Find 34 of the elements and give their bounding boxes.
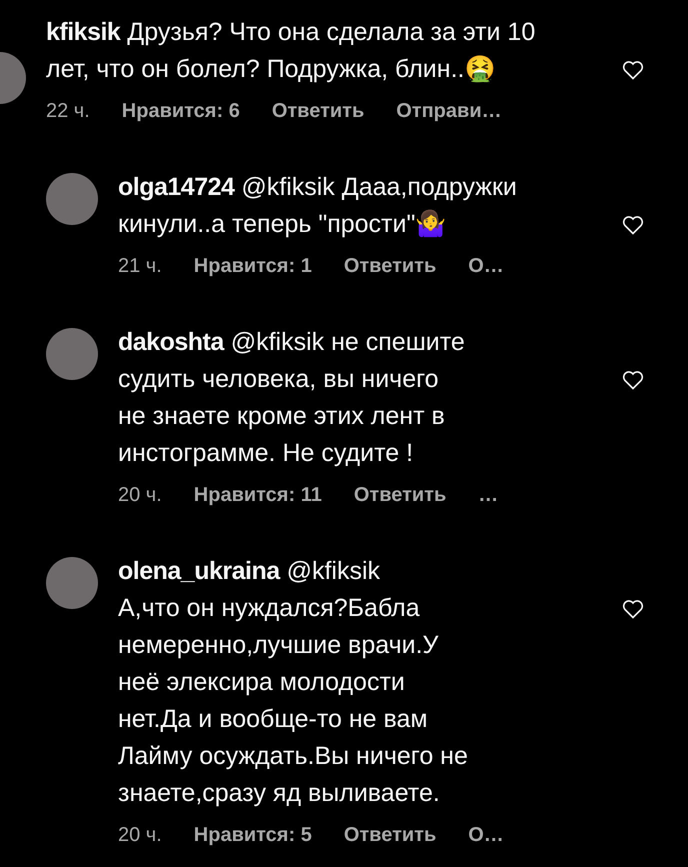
send-button[interactable]: О… bbox=[468, 824, 504, 847]
likes-count[interactable]: Нравится: 11 bbox=[194, 484, 322, 507]
send-button[interactable]: О… bbox=[468, 255, 504, 278]
like-heart-icon[interactable] bbox=[622, 599, 644, 619]
reply-button[interactable]: Ответить bbox=[344, 255, 436, 278]
send-button[interactable]: Отправи… bbox=[396, 100, 502, 123]
username-link[interactable]: kfiksik bbox=[46, 18, 120, 46]
mention-link[interactable]: @kfiksik bbox=[241, 173, 335, 201]
likes-count[interactable]: Нравится: 1 bbox=[194, 255, 312, 278]
comment-time: 21 ч. bbox=[118, 255, 162, 278]
comment-text: olga14724 @kfiksik Дааа,подружки кинули..а теперь "прости"🤷‍♀ bbox=[118, 172, 518, 240]
avatar-photo-placeholder[interactable] bbox=[46, 557, 98, 609]
comment-text: dakoshta @kfiksik не спешите судить человека, вы ничего не знаете кроме этих лент в инстограмме. Не судите ! bbox=[118, 327, 466, 469]
reply-button[interactable]: Ответить bbox=[354, 484, 446, 507]
comment-time: 20 ч. bbox=[118, 484, 162, 507]
mention-link[interactable]: @kfiksik bbox=[286, 557, 380, 585]
likes-count[interactable]: Нравится: 5 bbox=[194, 824, 312, 847]
like-heart-icon[interactable] bbox=[622, 370, 644, 390]
username-link[interactable]: olga14724 bbox=[118, 173, 234, 201]
mention-link[interactable]: @kfiksik bbox=[230, 328, 324, 356]
send-button[interactable]: … bbox=[478, 484, 498, 507]
username-link[interactable]: olena_ukraina bbox=[118, 557, 280, 585]
username-link[interactable]: dakoshta bbox=[118, 328, 224, 356]
reply-button[interactable]: Ответить bbox=[344, 824, 436, 847]
like-heart-icon[interactable] bbox=[622, 215, 644, 235]
likes-count[interactable]: Нравится: 6 bbox=[122, 100, 240, 123]
avatar-photo-placeholder[interactable] bbox=[46, 173, 98, 225]
comment-text: kfiksik Друзья? Что она сделала за эти 10 лет, что он болел? Подружка, блин..🤮 bbox=[46, 17, 536, 85]
avatar-photo-placeholder[interactable] bbox=[46, 328, 98, 380]
comment-time: 22 ч. bbox=[46, 100, 90, 123]
comment-text: olena_ukraina @kfiksik А,что он нуждался?Бабла немеренно,лучшие врачи.У неё элексира молодости нет.Да и вообще-то не вам Лайму осуждать.Вы ничего не знаете,сразу яд выливаете. bbox=[118, 556, 469, 809]
like-heart-icon[interactable] bbox=[622, 60, 644, 80]
reply-button[interactable]: Ответить bbox=[272, 100, 364, 123]
comment-time: 20 ч. bbox=[118, 824, 162, 847]
